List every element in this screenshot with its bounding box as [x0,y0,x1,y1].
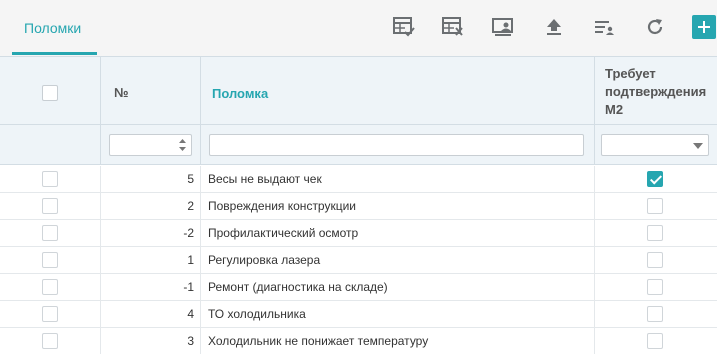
column-divider [200,274,201,300]
column-divider [594,220,595,246]
column-divider [594,247,595,273]
column-divider [200,247,201,273]
cell-fault: ТО холодильника [208,307,306,321]
row-select-checkbox[interactable] [42,306,58,322]
number-filter-input[interactable] [109,134,192,156]
column-divider [594,193,595,219]
requires-confirmation-checkbox[interactable] [647,333,663,349]
select-all-checkbox[interactable] [42,85,58,101]
cell-fault: Ремонт (диагностика на складе) [208,280,388,294]
requires-confirmation-checkbox[interactable] [647,198,663,214]
header-line: Требует [605,66,656,81]
column-divider [200,328,201,354]
column-header-requires-confirmation[interactable]: Требует подтверждения М2 [605,65,715,119]
row-select-checkbox[interactable] [42,171,58,187]
header-line: подтверждения [605,84,707,99]
cell-fault: Холодильник не понижает температуру [208,334,429,348]
row-select-checkbox[interactable] [42,198,58,214]
grid-body: 5 Весы не выдают чек 2 Повреждения конструк… [0,166,717,354]
column-divider [200,193,201,219]
column-divider [100,57,101,126]
upload-icon[interactable] [542,14,566,40]
column-divider [200,125,201,165]
table-delete-icon[interactable] [441,14,465,40]
spinner-icon[interactable] [178,138,187,152]
header-line: М2 [605,102,624,117]
table-row[interactable]: 5 Весы не выдают чек [0,166,717,193]
table-row[interactable]: -2 Профилактический осмотр [0,220,717,247]
column-divider [594,57,595,126]
column-divider [200,57,201,126]
chevron-down-icon [693,143,703,149]
grid-header: № Поломка Требует подтверждения М2 [0,56,717,126]
filter-row [0,125,717,165]
column-divider [594,328,595,354]
cell-number: -2 [183,226,194,240]
column-divider [200,166,201,192]
requires-confirmation-checkbox[interactable] [647,225,663,241]
column-header-number[interactable]: № [114,85,129,100]
table-row[interactable]: 4 ТО холодильника [0,301,717,328]
column-header-fault[interactable]: Поломка [212,86,268,101]
cell-fault: Повреждения конструкции [208,199,357,213]
column-divider [594,274,595,300]
refresh-icon[interactable] [643,14,667,40]
row-select-checkbox[interactable] [42,279,58,295]
add-button[interactable] [692,15,716,39]
requires-confirmation-checkbox[interactable] [647,171,663,187]
column-divider [594,166,595,192]
cell-number: 3 [187,334,194,348]
tab-active-indicator [12,52,97,55]
column-divider [200,220,201,246]
cell-number: 2 [187,199,194,213]
tab-polomki[interactable]: Поломки [12,0,97,56]
column-divider [100,125,101,165]
row-select-checkbox[interactable] [42,252,58,268]
requires-filter-select[interactable] [601,134,709,156]
cell-number: 1 [187,253,194,267]
plus-icon [698,21,710,33]
cell-number: 4 [187,307,194,321]
row-select-checkbox[interactable] [42,225,58,241]
cell-number: 5 [187,172,194,186]
table-row[interactable]: 2 Повреждения конструкции [0,193,717,220]
cell-fault: Профилактический осмотр [208,226,359,240]
table-row[interactable]: 1 Регулировка лазера [0,247,717,274]
table-check-icon[interactable] [392,14,416,40]
requires-confirmation-checkbox[interactable] [647,252,663,268]
tab-label: Поломки [24,20,82,36]
filter-user-icon[interactable] [592,14,616,40]
row-select-checkbox[interactable] [42,333,58,349]
column-divider [594,301,595,327]
cell-number: -1 [183,280,194,294]
requires-confirmation-checkbox[interactable] [647,306,663,322]
top-bar: Поломки [0,0,717,56]
table-row[interactable]: 3 Холодильник не понижает температуру [0,328,717,354]
table-row[interactable]: -1 Ремонт (диагностика на складе) [0,274,717,301]
user-card-icon[interactable] [491,14,515,40]
requires-confirmation-checkbox[interactable] [647,279,663,295]
fault-filter-input[interactable] [209,134,584,156]
cell-fault: Весы не выдают чек [208,172,322,186]
cell-fault: Регулировка лазера [208,253,321,267]
column-divider [594,125,595,165]
column-divider [200,301,201,327]
